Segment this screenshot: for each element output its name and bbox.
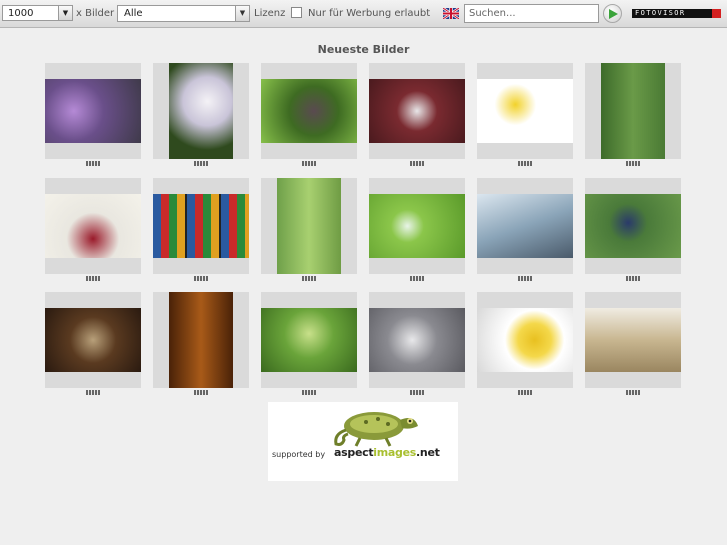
- thumbnail-image[interactable]: [477, 194, 573, 258]
- rating-dots-icon[interactable]: [302, 161, 316, 166]
- search-go-button[interactable]: [603, 4, 622, 23]
- rating-dots-icon[interactable]: [86, 161, 100, 166]
- gallery-thumbnail[interactable]: [369, 178, 465, 274]
- thumbnail-image[interactable]: [601, 63, 665, 159]
- thumbnail-image[interactable]: [169, 292, 233, 388]
- dropdown-arrow-icon[interactable]: ▼: [235, 6, 249, 21]
- rating-dots-icon[interactable]: [626, 276, 640, 281]
- rating-dots-icon[interactable]: [518, 161, 532, 166]
- gallery-thumbnail[interactable]: [585, 63, 681, 159]
- rating-dots-icon[interactable]: [194, 161, 208, 166]
- thumbnail-image[interactable]: [261, 308, 357, 372]
- toolbar: 1000 ▼ x Bilder Alle ▼ Lizenz Nur für We…: [0, 0, 727, 28]
- license-label: Lizenz: [254, 8, 286, 19]
- thumbnail-image[interactable]: [585, 194, 681, 258]
- rating-dots-icon[interactable]: [626, 390, 640, 395]
- image-count-value: 1000: [8, 8, 34, 19]
- gallery-thumbnail[interactable]: [261, 292, 357, 388]
- rating-dots-icon[interactable]: [302, 276, 316, 281]
- search-input[interactable]: [464, 4, 599, 23]
- thumbnail-image[interactable]: [585, 308, 681, 372]
- rating-dots-icon[interactable]: [518, 276, 532, 281]
- thumbnail-image[interactable]: [277, 178, 341, 274]
- thumbnail-image[interactable]: [369, 194, 465, 258]
- license-value: Alle: [124, 8, 143, 19]
- thumbnail-image[interactable]: [261, 79, 357, 143]
- thumbnail-image[interactable]: [169, 63, 233, 159]
- play-arrow-icon: [609, 9, 618, 19]
- dropdown-arrow-icon[interactable]: ▼: [58, 6, 72, 20]
- thumbnail-image[interactable]: [477, 79, 573, 143]
- gallery-thumbnail[interactable]: [261, 63, 357, 159]
- thumbnail-image[interactable]: [369, 79, 465, 143]
- gallery-thumbnail[interactable]: [585, 292, 681, 388]
- rating-dots-icon[interactable]: [194, 276, 208, 281]
- rating-dots-icon[interactable]: [518, 390, 532, 395]
- gallery-thumbnail[interactable]: [477, 178, 573, 274]
- license-select[interactable]: Alle ▼: [117, 5, 250, 22]
- rating-dots-icon[interactable]: [410, 276, 424, 281]
- gallery-thumbnail[interactable]: [153, 292, 249, 388]
- gallery-thumbnail[interactable]: [477, 63, 573, 159]
- sponsor-prefix: supported by: [272, 450, 326, 459]
- rating-dots-icon[interactable]: [626, 161, 640, 166]
- gallery-thumbnail[interactable]: [585, 178, 681, 274]
- image-count-label: x Bilder: [76, 8, 115, 19]
- fotovisor-logo[interactable]: FOTOVISOR: [632, 9, 718, 18]
- gallery-thumbnail[interactable]: [153, 63, 249, 159]
- sponsor-brand: aspectimages.net: [334, 446, 440, 459]
- gallery-thumbnail[interactable]: [153, 178, 249, 274]
- gallery-thumbnail[interactable]: [369, 292, 465, 388]
- image-count-select[interactable]: 1000 ▼: [2, 5, 73, 21]
- gallery-thumbnail[interactable]: [45, 178, 141, 274]
- sponsor-banner[interactable]: supported by aspectimages.net: [268, 402, 458, 481]
- uk-flag-icon[interactable]: [443, 8, 459, 19]
- thumbnail-image[interactable]: [45, 194, 141, 258]
- rating-dots-icon[interactable]: [410, 161, 424, 166]
- thumbnail-image[interactable]: [153, 194, 249, 258]
- advertising-only-checkbox[interactable]: [291, 7, 302, 18]
- rating-dots-icon[interactable]: [86, 276, 100, 281]
- thumbnail-image[interactable]: [369, 308, 465, 372]
- thumbnail-image[interactable]: [477, 308, 573, 372]
- gallery-thumbnail[interactable]: [45, 63, 141, 159]
- rating-dots-icon[interactable]: [194, 390, 208, 395]
- logo-red-square: [712, 9, 721, 18]
- page-title: Neueste Bilder: [317, 43, 410, 56]
- thumbnail-image[interactable]: [45, 308, 141, 372]
- rating-dots-icon[interactable]: [410, 390, 424, 395]
- rating-dots-icon[interactable]: [302, 390, 316, 395]
- advertising-only-label: Nur für Werbung erlaubt: [308, 8, 431, 19]
- gallery-thumbnail[interactable]: [369, 63, 465, 159]
- gallery-thumbnail[interactable]: [45, 292, 141, 388]
- thumbnail-image[interactable]: [45, 79, 141, 143]
- gallery-thumbnail[interactable]: [261, 178, 357, 274]
- rating-dots-icon[interactable]: [86, 390, 100, 395]
- gallery-thumbnail[interactable]: [477, 292, 573, 388]
- chameleon-icon: [334, 412, 418, 447]
